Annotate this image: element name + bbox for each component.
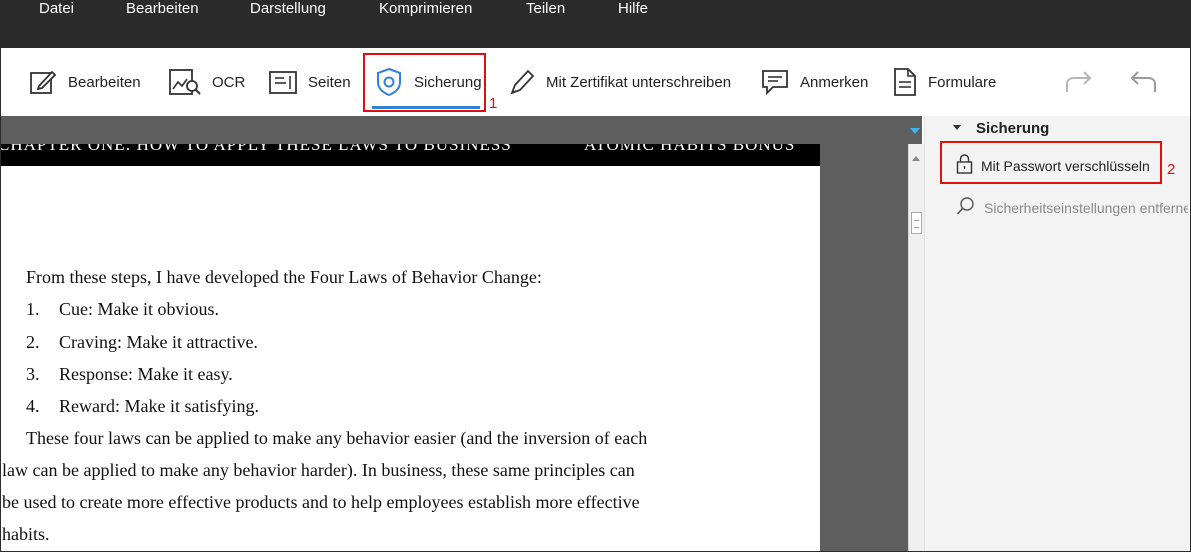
paragraph-line: be used to create more effective product… — [2, 492, 640, 512]
menu-darstellung[interactable]: Darstellung — [250, 0, 326, 18]
collapse-caret-icon[interactable] — [953, 125, 961, 130]
list-number: 3. — [26, 364, 40, 384]
header-left: CHAPTER ONE: HOW TO APPLY THESE LAWS TO … — [0, 144, 512, 154]
vertical-scrollbar[interactable] — [908, 144, 924, 552]
comment-icon — [760, 67, 790, 97]
scroll-up-arrow-icon[interactable] — [912, 156, 920, 161]
tool-label: OCR — [212, 73, 246, 91]
tool-ocr[interactable]: OCR — [168, 48, 245, 116]
list-number: 2. — [26, 332, 40, 352]
tool-seiten[interactable]: Seiten — [268, 48, 351, 116]
intro-line: From these steps, I have developed the F… — [26, 267, 542, 287]
marker-1: 1 — [489, 95, 498, 112]
menu-bearbeiten[interactable]: Bearbeiten — [126, 0, 199, 18]
form-icon — [892, 67, 918, 97]
list-item: Response: Make it easy. — [59, 364, 233, 384]
undo-icon[interactable] — [1128, 68, 1158, 101]
menu-hilfe[interactable]: Hilfe — [618, 0, 648, 18]
list-number: 4. — [26, 396, 40, 416]
header-right: ATOMIC HABITS BONUS — [584, 144, 796, 154]
toolbar: Bearbeiten OCR Seiten Sicherung Mit Zert… — [0, 48, 1191, 116]
menu-datei[interactable]: Datei — [39, 0, 74, 18]
list-item: Cue: Make it obvious. — [59, 299, 219, 319]
menu-teilen[interactable]: Teilen — [526, 0, 565, 18]
paragraph-line: law can be applied to make any behavior … — [2, 460, 635, 480]
menu-bar: Datei Bearbeiten Darstellung Komprimiere… — [0, 0, 1191, 48]
list-item: Reward: Make it satisfying. — [59, 396, 259, 416]
list-item: Craving: Make it attractive. — [59, 332, 258, 352]
remove-security-button[interactable]: Sicherheitseinstellungen entfernen — [956, 196, 1188, 219]
page-gutter — [820, 144, 908, 552]
tool-bearbeiten[interactable]: Bearbeiten — [28, 48, 141, 116]
list-number: 1. — [26, 299, 40, 319]
marker-2: 2 — [1167, 161, 1176, 178]
document-page: CHAPTER ONE: HOW TO APPLY THESE LAWS TO … — [0, 144, 820, 552]
tool-label: Bearbeiten — [68, 73, 141, 91]
menu-komprimieren[interactable]: Komprimieren — [379, 0, 472, 18]
edit-icon — [28, 67, 58, 97]
pages-icon — [268, 67, 298, 97]
highlight-box-1 — [363, 53, 486, 112]
panel-title: Sicherung — [976, 120, 1050, 137]
document-topbar — [0, 116, 922, 144]
highlight-box-2 — [940, 141, 1162, 184]
dropdown-arrow-icon[interactable] — [910, 128, 920, 134]
tool-label: Seiten — [308, 73, 351, 91]
tool-label: Mit Zertifikat unterschreiben — [546, 73, 732, 91]
tool-formulare[interactable]: Formulare — [892, 48, 996, 116]
paragraph-line: These four laws can be applied to make a… — [26, 428, 648, 448]
ocr-icon — [168, 67, 202, 97]
tool-zertifikat[interactable]: Mit Zertifikat unterschreiben — [508, 48, 731, 116]
page-header: CHAPTER ONE: HOW TO APPLY THESE LAWS TO … — [0, 144, 820, 166]
search-icon — [956, 196, 976, 219]
scrollbar-thumb[interactable] — [911, 212, 922, 234]
tool-anmerken[interactable]: Anmerken — [760, 48, 868, 116]
remove-security-label: Sicherheitseinstellungen entfernen — [984, 199, 1188, 216]
redo-icon[interactable] — [1064, 68, 1094, 101]
tool-label: Formulare — [928, 73, 997, 91]
paragraph-line: habits. — [2, 524, 50, 544]
tool-label: Anmerken — [800, 73, 869, 91]
pen-icon — [508, 67, 536, 97]
